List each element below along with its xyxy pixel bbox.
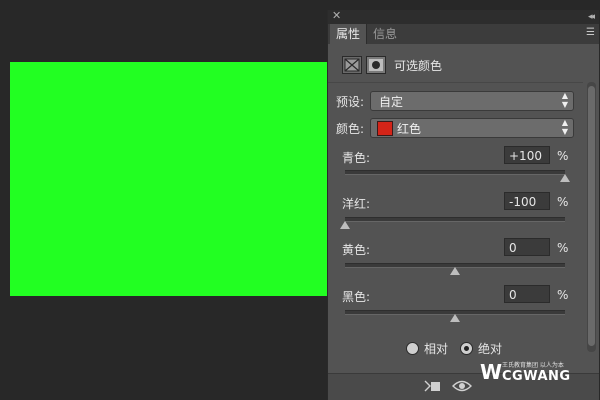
slider-thumb[interactable] [450, 314, 460, 322]
select-arrows-icon: ▲ ▼ [561, 118, 568, 136]
color-value: 红色 [397, 122, 422, 136]
percent-unit: % [557, 241, 569, 255]
preset-value: 自定 [379, 95, 404, 109]
scrollbar-thumb[interactable] [588, 86, 595, 346]
percent-unit: % [557, 195, 569, 209]
eye-icon[interactable] [452, 379, 472, 396]
slider-track[interactable] [340, 217, 565, 229]
slider-label: 青色: [342, 151, 371, 165]
slider-value-input[interactable]: 0 [504, 285, 550, 303]
slider-value-input[interactable]: 0 [504, 238, 550, 256]
radio-relative-label: 相对 [424, 342, 449, 356]
document-canvas[interactable] [10, 62, 328, 296]
slider-thumb[interactable] [450, 267, 460, 275]
logo-tagline: 王氏教育集团 以人为本 [502, 362, 564, 369]
slider-thumb[interactable] [340, 221, 350, 229]
close-icon[interactable]: ✕ [332, 9, 341, 23]
radio-absolute-label: 绝对 [478, 342, 503, 356]
preset-select[interactable]: 自定 ▲ ▼ [370, 91, 574, 111]
panel-tabs: 属性 信息 ☰ [328, 24, 599, 44]
color-row: 颜色: 红色 ▲ ▼ [336, 118, 576, 138]
percent-unit: % [557, 288, 569, 302]
logo-mark: W [480, 360, 503, 384]
adjustment-title: 可选颜色 [394, 59, 443, 73]
panel-menu-icon[interactable]: ☰ [586, 26, 595, 40]
logo-name: CGWANG [502, 369, 571, 384]
properties-panel: ✕ ◂◂ 属性 信息 ☰ 可选颜色 预设: 自定 ▲ ▼ 颜色: 红色 ▲ ▼ 青色… [327, 9, 599, 400]
panel-topbar: ✕ ◂◂ [328, 9, 599, 24]
clip-to-layer-icon[interactable] [424, 379, 442, 396]
select-arrows-icon: ▲ ▼ [561, 91, 568, 109]
slider-thumb[interactable] [560, 174, 570, 182]
mask-icon[interactable] [366, 56, 386, 74]
adjustment-header: 可选颜色 [328, 48, 583, 83]
slider-track[interactable] [345, 263, 565, 275]
preset-label: 预设: [336, 95, 365, 109]
slider-value-input[interactable]: +100 [504, 146, 550, 164]
tab-properties[interactable]: 属性 [330, 24, 367, 44]
collapse-icon[interactable]: ◂◂ [588, 10, 595, 24]
color-swatch [377, 121, 393, 136]
preset-row: 预设: 自定 ▲ ▼ [336, 91, 576, 111]
radio-relative[interactable] [406, 342, 419, 355]
watermark-logo: W 王氏教育集团 以人为本 CGWANG [480, 358, 592, 388]
adjustment-layer-icon[interactable] [342, 56, 362, 74]
color-label: 颜色: [336, 122, 365, 136]
percent-unit: % [557, 149, 569, 163]
slider-label: 洋红: [342, 197, 371, 211]
slider-track[interactable] [345, 170, 570, 182]
slider-track[interactable] [345, 310, 565, 322]
panel-scrollbar[interactable] [587, 82, 596, 352]
color-select[interactable]: 红色 ▲ ▼ [370, 118, 574, 138]
slider-label: 黑色: [342, 290, 371, 304]
mode-radio-group: 相对 绝对 [328, 340, 583, 358]
slider-value-input[interactable]: -100 [504, 192, 550, 210]
slider-label: 黄色: [342, 243, 371, 257]
tab-info[interactable]: 信息 [366, 24, 403, 44]
radio-absolute[interactable] [460, 342, 473, 355]
